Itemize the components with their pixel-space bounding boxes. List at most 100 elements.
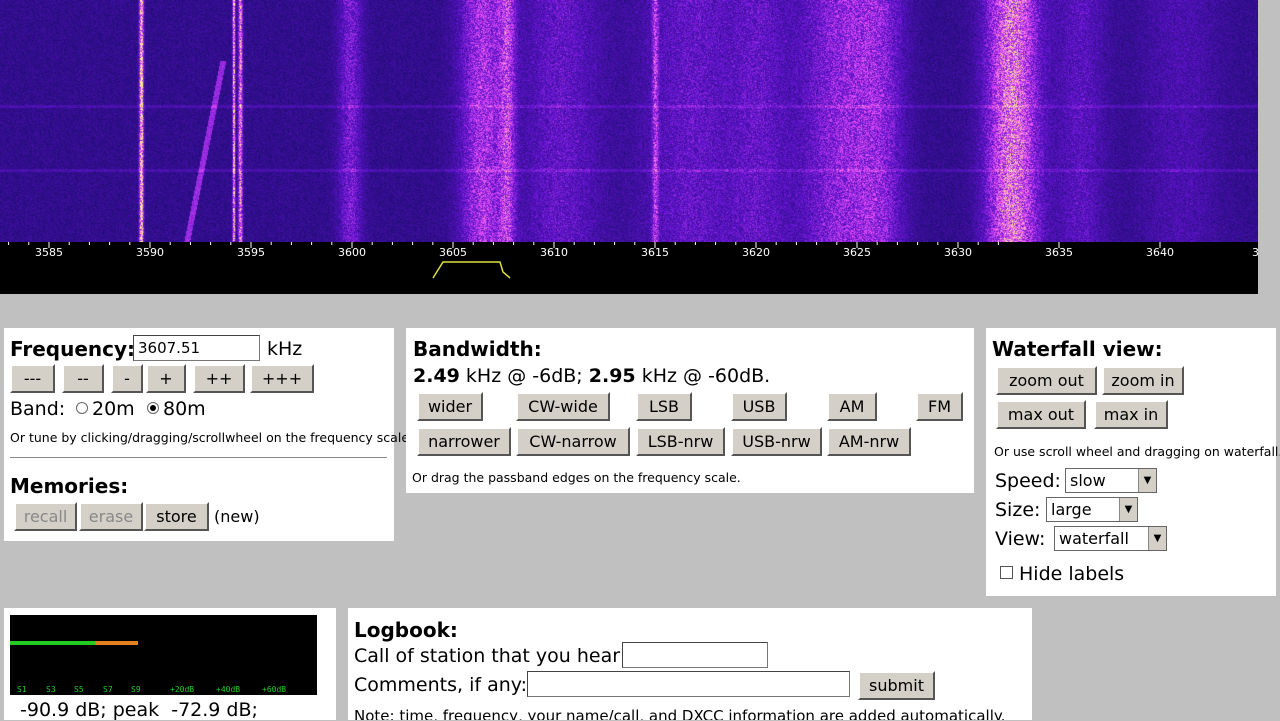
zoom-in-button[interactable]: zoom in	[1102, 366, 1184, 395]
erase-button[interactable]: erase	[79, 502, 143, 531]
memory-status: (new)	[214, 507, 260, 526]
frequency-scale[interactable]: 3585 3590 3595 3600 3605 3610 3615 3620 3625 3630…	[0, 242, 1258, 294]
scale-tick-label: 3615	[641, 246, 669, 259]
divider	[10, 457, 387, 458]
cw-narrow-button[interactable]: CW-narrow	[516, 427, 630, 456]
frequency-scale-svg[interactable]: 3585 3590 3595 3600 3605 3610 3615 3620 3625 3630…	[0, 242, 1258, 294]
logbook-title: Logbook:	[354, 618, 458, 642]
smeter-label-20db: +20dB	[170, 685, 195, 694]
scale-tick-label: 3600	[338, 246, 366, 259]
smeter-label-s7: S7	[103, 685, 113, 694]
view-value: waterfall	[1059, 529, 1129, 548]
recall-button[interactable]: recall	[14, 502, 77, 531]
view-select[interactable]: waterfall ▼	[1054, 526, 1167, 551]
bandwidth-panel: Bandwidth: 2.49 kHz @ -6dB; 2.95 kHz @ -…	[406, 328, 974, 493]
comments-input[interactable]	[527, 671, 850, 697]
call-input[interactable]	[622, 642, 768, 668]
step-up-3-button[interactable]: +++	[250, 364, 314, 393]
radio-80m-icon	[147, 402, 159, 414]
size-select[interactable]: large ▼	[1046, 497, 1138, 522]
am-narrow-button[interactable]: AM-nrw	[827, 427, 911, 456]
bw-6db-text: kHz @ -6dB;	[459, 365, 589, 387]
smeter-bar-peak	[95, 641, 138, 645]
scale-tick-label: 3605	[439, 246, 467, 259]
smeter-label-s3: S3	[46, 685, 56, 694]
max-out-button[interactable]: max out	[996, 400, 1086, 429]
band-80m-label: 80m	[163, 398, 206, 420]
smeter-label-s5: S5	[74, 685, 84, 694]
bw-60db-value: 2.95	[588, 365, 636, 387]
lsb-narrow-button[interactable]: LSB-nrw	[636, 427, 725, 456]
scale-tick-label: 3590	[136, 246, 164, 259]
speed-select[interactable]: slow ▼	[1065, 468, 1157, 493]
step-up-2-button[interactable]: ++	[193, 364, 245, 393]
scale-tick-label: 3620	[742, 246, 770, 259]
waterfall-view-panel: Waterfall view: zoom out zoom in max out…	[986, 328, 1280, 596]
usb-button[interactable]: USB	[731, 392, 787, 421]
bandwidth-readout: 2.49 kHz @ -6dB; 2.95 kHz @ -60dB.	[413, 365, 770, 387]
scale-tick-label: 3595	[237, 246, 265, 259]
fm-button[interactable]: FM	[916, 392, 963, 421]
scale-tick-label: 36	[1252, 246, 1258, 259]
passband-hint: Or drag the passband edges on the freque…	[412, 470, 741, 485]
scale-tick-label: 3635	[1045, 246, 1073, 259]
scale-tick-label: 3630	[944, 246, 972, 259]
smeter-label-60db: +60dB	[262, 685, 287, 694]
frequency-label: Frequency:	[10, 337, 136, 361]
tuning-hint: Or tune by clicking/dragging/scrollwheel…	[10, 430, 413, 445]
hide-labels-checkbox[interactable]: Hide labels	[1000, 563, 1124, 585]
speed-value: slow	[1070, 471, 1106, 490]
smeter-panel: S1 S3 S5 S7 S9 +20dB +40dB +60dB -90.9 d…	[4, 608, 336, 721]
waterfall-hint: Or use scroll wheel and dragging on wate…	[994, 444, 1280, 459]
am-button[interactable]: AM	[827, 392, 877, 421]
step-up-1-button[interactable]: +	[146, 364, 186, 393]
band-20m-label: 20m	[92, 398, 135, 420]
zoom-out-button[interactable]: zoom out	[996, 366, 1097, 395]
band-label: Band:	[10, 398, 66, 420]
max-in-button[interactable]: max in	[1094, 400, 1168, 429]
logbook-note: Note: time, frequency, your name/call, a…	[354, 707, 1006, 720]
scale-tick-label: 3610	[540, 246, 568, 259]
radio-20m-icon	[76, 402, 88, 414]
hide-labels-text: Hide labels	[1019, 563, 1125, 585]
store-button[interactable]: store	[144, 502, 209, 531]
frequency-input[interactable]: 3607.51	[133, 335, 260, 361]
narrower-button[interactable]: narrower	[417, 427, 511, 456]
waterfall-view-title: Waterfall view:	[992, 337, 1163, 361]
size-value: large	[1051, 500, 1092, 519]
size-label: Size:	[995, 499, 1041, 521]
smeter-label-40db: +40dB	[216, 685, 241, 694]
scale-tick-label: 3640	[1146, 246, 1174, 259]
chevron-down-icon: ▼	[1119, 498, 1137, 521]
band-80m-radio[interactable]: 80m	[147, 398, 206, 420]
bw-60db-text: kHz @ -60dB.	[635, 365, 771, 387]
waterfall-display[interactable]	[0, 0, 1258, 242]
step-down-1-button[interactable]: -	[111, 364, 143, 393]
smeter-display: S1 S3 S5 S7 S9 +20dB +40dB +60dB	[10, 615, 317, 695]
usb-narrow-button[interactable]: USB-nrw	[731, 427, 822, 456]
step-down-3-button[interactable]: ---	[10, 364, 55, 393]
scale-tick-label: 3585	[35, 246, 63, 259]
smeter-label-s1: S1	[17, 685, 27, 694]
lsb-button[interactable]: LSB	[636, 392, 692, 421]
frequency-panel: Frequency: 3607.51 kHz --- -- - + ++ +++…	[4, 328, 413, 541]
view-label: View:	[995, 528, 1046, 550]
frequency-unit: kHz	[267, 338, 303, 360]
scale-tick-label: 3625	[843, 246, 871, 259]
submit-button[interactable]: submit	[858, 671, 935, 700]
speed-label: Speed:	[995, 470, 1061, 492]
logbook-panel: Logbook: Call of station that you hear: …	[348, 608, 1032, 720]
cw-wide-button[interactable]: CW-wide	[516, 392, 610, 421]
wider-button[interactable]: wider	[417, 392, 483, 421]
call-label: Call of station that you hear:	[354, 645, 627, 667]
bw-6db-value: 2.49	[413, 365, 460, 387]
bandwidth-title: Bandwidth:	[413, 337, 542, 361]
chevron-down-icon: ▼	[1148, 527, 1166, 550]
step-down-2-button[interactable]: --	[62, 364, 104, 393]
memories-title: Memories:	[10, 474, 129, 498]
passband-marker	[432, 261, 511, 279]
smeter-bar-signal	[10, 641, 95, 645]
smeter-readout: -90.9 dB; peak -72.9 dB;	[20, 699, 258, 721]
smeter-label-s9: S9	[131, 685, 141, 694]
band-20m-radio[interactable]: 20m	[76, 398, 135, 420]
